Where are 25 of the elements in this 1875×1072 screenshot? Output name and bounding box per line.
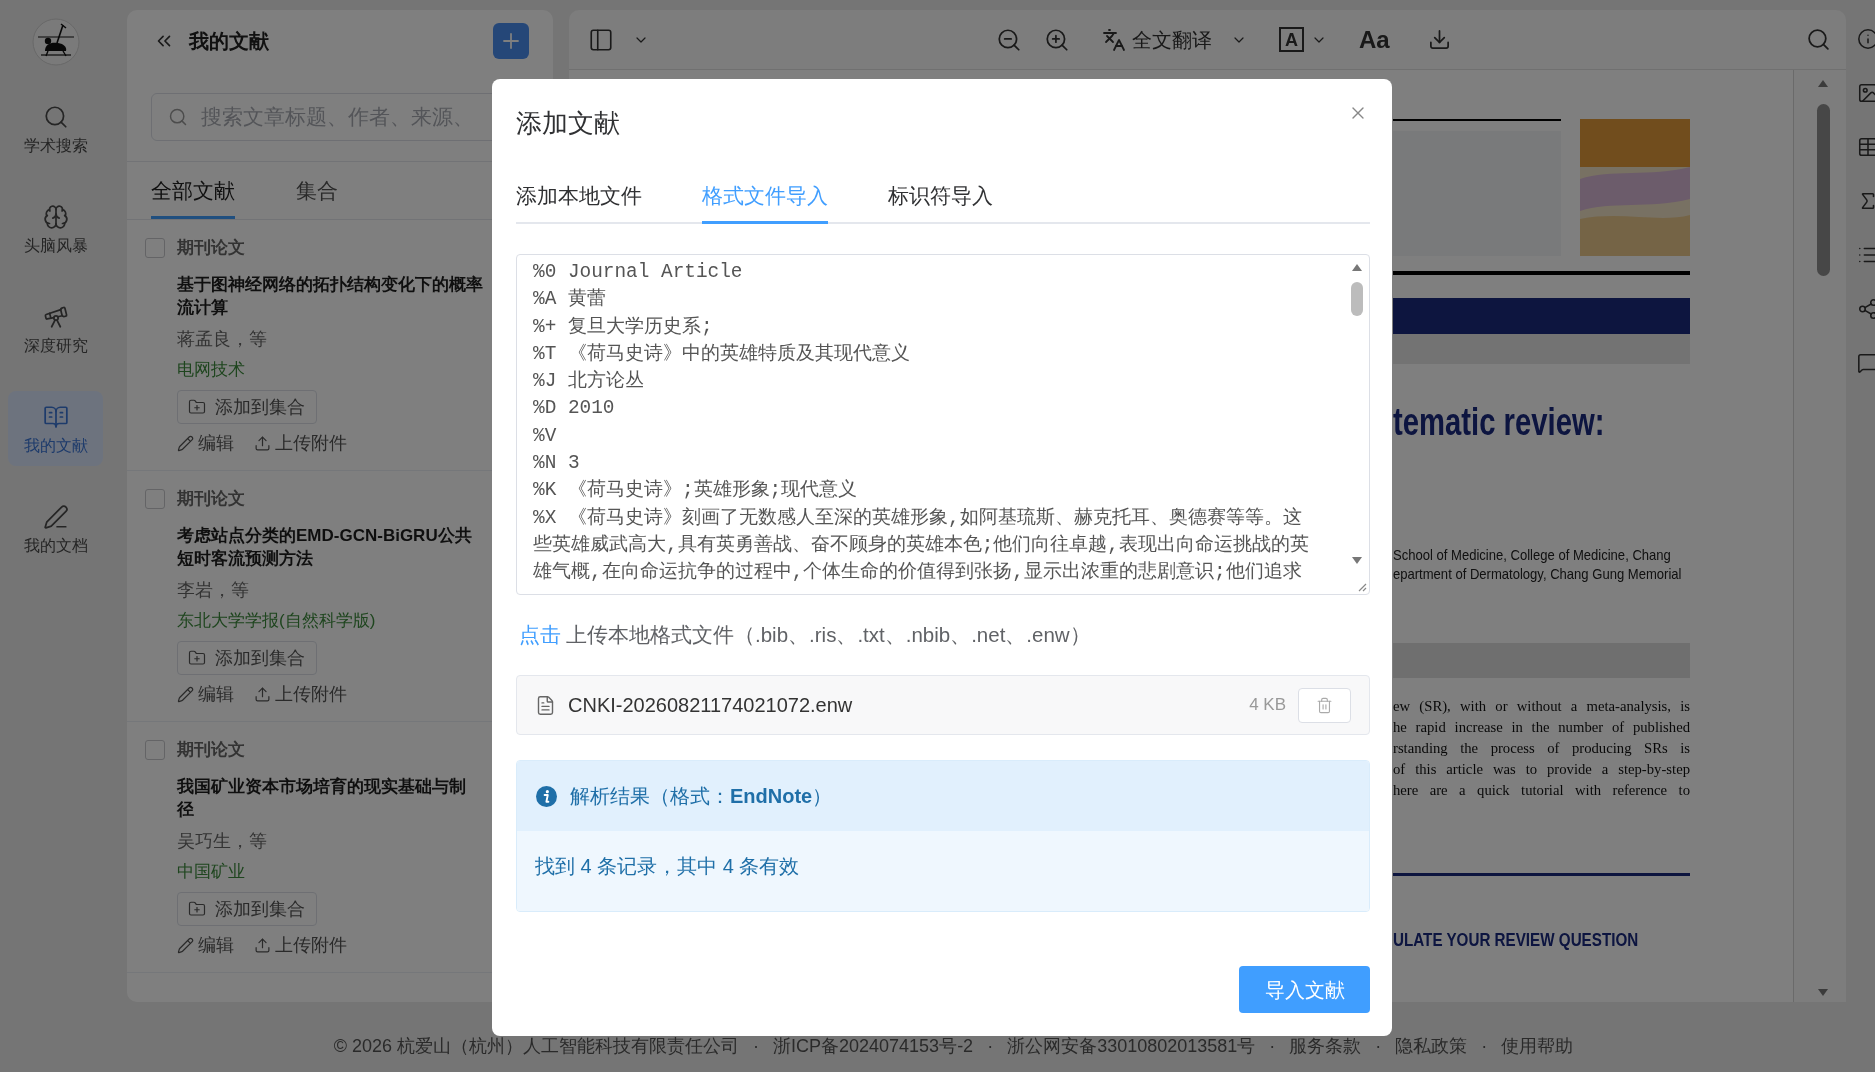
section-heading: ULATE YOUR REVIEW QUESTION — [1393, 928, 1639, 952]
upload-hint: 上传本地格式文件（.bib、.ris、.txt、.nbib、.net、.enw） — [566, 622, 1091, 648]
separator-dot: · — [1375, 1035, 1382, 1058]
author-text: 吴巧生，等 — [177, 830, 267, 853]
result-title: 解析结果（格式：EndNote） — [570, 784, 833, 809]
file-name: CNKI-20260821174021072.enw — [568, 693, 853, 718]
type-label: 期刊论文 — [177, 739, 245, 761]
type-label: 期刊论文 — [177, 237, 245, 259]
abstract-text: ew (SR), with or without a meta-analysis, is he rapid increase in the number of published rstanding the process of producing SRs is of this article was to provide a step-by-step here are a quick tutorial with reference to — [1393, 697, 1690, 800]
journal-name: 东北大学学报(自然科学版) — [177, 610, 376, 632]
panel-title: 我的文献 — [189, 29, 269, 54]
author-text: 蒋孟良，等 — [177, 328, 267, 351]
separator-dot: · — [1269, 1035, 1276, 1058]
separator-dot: · — [753, 1035, 759, 1058]
journal-name: 中国矿业 — [177, 861, 245, 883]
copyright-text: © 2026 杭爱山（杭州）人工智能科技有限责任公司 — [333, 1035, 739, 1058]
file-size: 4 KB — [1249, 694, 1286, 716]
affiliation-text: School of Medicine, College of Medicine, Chang epartment of Dermatology, Chang Gung Memorial — [1393, 545, 1682, 583]
author-text: 李岩，等 — [177, 579, 249, 602]
separator-dot: · — [1481, 1035, 1488, 1058]
article-heading: tematic review: — [1393, 400, 1605, 444]
separator-dot: · — [987, 1035, 994, 1058]
type-label: 期刊论文 — [177, 488, 245, 510]
journal-name: 电网技术 — [177, 359, 245, 381]
result-message: 找到 4 条记录，其中 4 条有效 — [535, 854, 800, 879]
